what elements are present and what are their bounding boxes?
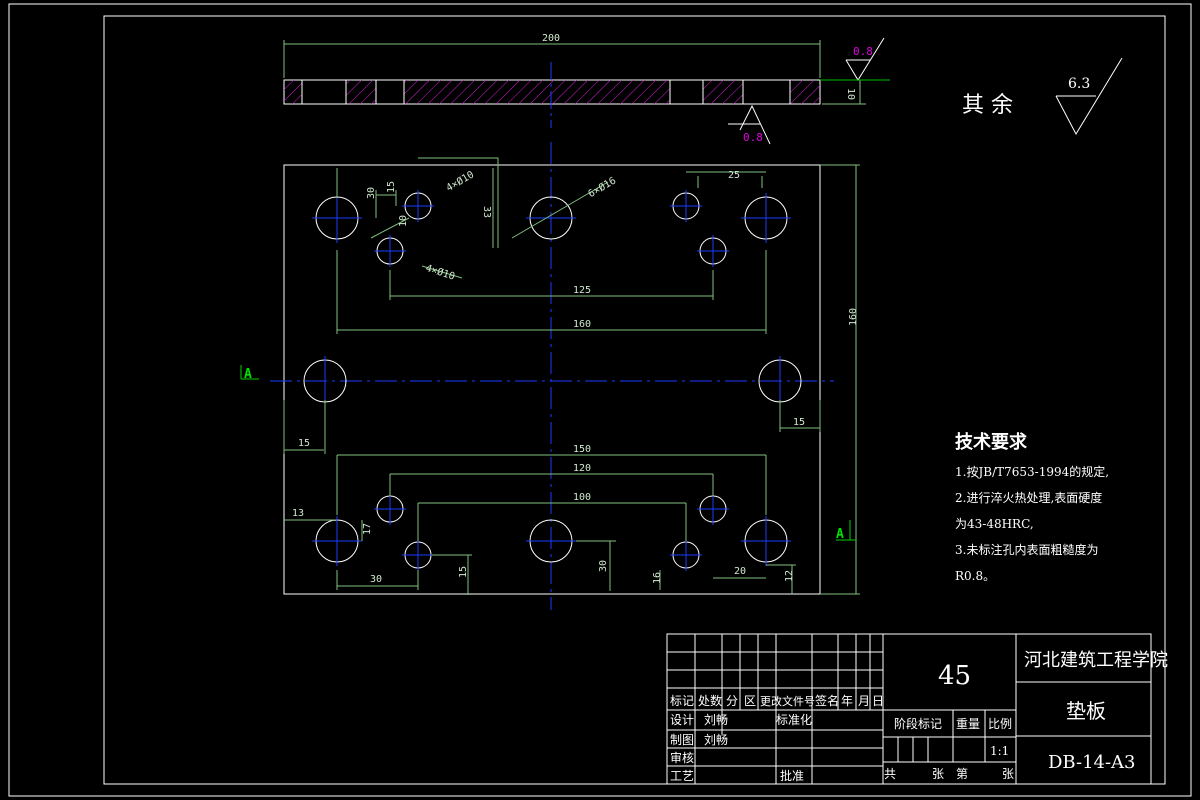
hdr-6: 年 (841, 694, 853, 708)
dim-12: 12 (784, 570, 795, 582)
process-label: 工艺 (670, 769, 694, 783)
tech-title: 技术要求 (955, 431, 1028, 453)
dim-15-right: 15 (793, 417, 805, 428)
scale-value: 1:1 (990, 744, 1009, 758)
drawing-sheet: 200 10 0.8 0.8 其 余 6.3 30 15 10 33 25 12… (8, 3, 1192, 797)
draw-label: 制图 (670, 733, 694, 747)
dim-120: 120 (573, 463, 591, 474)
hole-label-c: 4×Ø10 (424, 262, 456, 283)
roughness-general-label: 其 余 (962, 93, 1013, 118)
weight-label: 重量 (956, 717, 980, 731)
section-mark-left: A (244, 367, 252, 382)
design-label: 设计 (670, 713, 694, 727)
hdr-0: 标记 (670, 694, 694, 708)
roughness-general-symbol (1055, 57, 1123, 136)
dim-100: 100 (573, 492, 591, 503)
dim-15-bot: 15 (458, 566, 469, 578)
approve-label: 批准 (780, 768, 804, 783)
dim-width: 200 (542, 33, 560, 44)
hdr-4: 更改文件号 (760, 694, 815, 708)
scale-label: 比例 (988, 717, 1012, 731)
inner-border (103, 15, 1166, 785)
page-sheet-label: 张 (1002, 767, 1014, 781)
plan-view: 30 15 10 33 25 125 160 160 15 15 150 120… (240, 142, 860, 610)
dim-17: 17 (362, 523, 373, 535)
tech-line-1: 1.按JB/T7653-1994的规定, (955, 464, 1109, 479)
sheet-label: 张 (932, 767, 944, 781)
dim-160-height: 160 (848, 308, 859, 326)
tech-line-5: R0.8。 (955, 569, 995, 583)
hole-label-b: 6×Ø16 (586, 175, 618, 200)
dim-10: 10 (398, 215, 409, 227)
total-label: 共 (884, 767, 896, 781)
dim-30-top: 30 (366, 187, 377, 199)
dim-16: 16 (652, 572, 663, 584)
part-name: 垫板 (1066, 699, 1106, 723)
tech-line-4: 3.未标注孔内表面粗糙度为 (955, 542, 1098, 557)
roughness-bottom: 0.8 (743, 131, 763, 144)
hdr-3: 区 (744, 694, 756, 708)
dim-15a: 15 (386, 181, 397, 193)
dim-20: 20 (734, 566, 746, 577)
section-mark-right: A (836, 527, 844, 542)
hdr-7: 月 (858, 694, 870, 708)
dim-30-bot: 30 (370, 574, 382, 585)
material: 45 (938, 661, 971, 691)
dim-thickness: 10 (845, 88, 856, 100)
hdr-5: 签名 (815, 693, 839, 708)
tech-line-3: 为43-48HRC, (955, 517, 1034, 531)
hdr-8: 日 (872, 694, 884, 708)
page-label: 第 (956, 767, 968, 781)
tech-requirements: 技术要求 1.按JB/T7653-1994的规定, 2.进行淬火热处理,表面硬度… (955, 431, 1109, 583)
dim-25: 25 (728, 170, 740, 181)
outer-border (8, 3, 1192, 797)
review-label: 审核 (670, 750, 694, 765)
dim-33: 33 (481, 206, 492, 218)
stage-label: 阶段标记 (894, 716, 942, 731)
hdr-2: 分 (726, 694, 738, 708)
dim-125: 125 (573, 285, 591, 296)
dim-13: 13 (292, 508, 304, 519)
hole-label-a: 4×Ø10 (444, 169, 476, 194)
dim-150: 150 (573, 444, 591, 455)
roughness-general-value: 6.3 (1068, 76, 1090, 92)
standardize-label: 标准化 (776, 713, 812, 727)
top-section-view: 200 10 0.8 0.8 (283, 33, 890, 145)
school-name: 河北建筑工程学院 (1024, 650, 1168, 671)
roughness-top: 0.8 (853, 45, 873, 58)
dim-15-left: 15 (298, 438, 310, 449)
hdr-1: 处数 (698, 693, 722, 708)
dim-30-mid: 30 (598, 560, 609, 572)
tech-line-2: 2.进行淬火热处理,表面硬度 (955, 490, 1102, 505)
draw-name: 刘畅 (704, 733, 728, 747)
design-name: 刘畅 (704, 713, 728, 727)
dim-160-top: 160 (573, 319, 591, 330)
drawing-number: DB-14-A3 (1048, 752, 1136, 773)
